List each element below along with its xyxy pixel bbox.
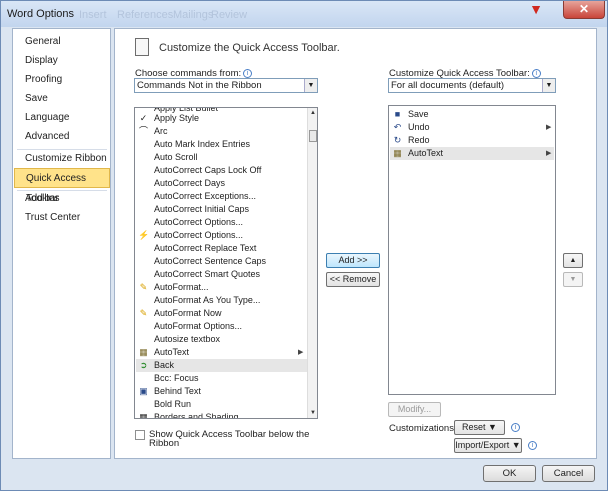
ghost-tab: Insert [79,9,107,21]
list-item[interactable]: ✓ Apply Style [136,112,308,125]
info-icon: i [511,423,520,432]
remove-button[interactable]: << Remove [326,272,380,287]
lightning-icon: ⚡ [138,230,150,240]
page-title: Customize the Quick Access Toolbar. [159,42,340,54]
ghost-tab: Mailings [173,9,214,21]
info-icon: i [243,68,253,78]
list-item[interactable]: ↻ Redo [390,134,554,147]
list-item[interactable]: ■ Save [390,108,554,121]
word-options-dialog: Word Options Insert References Mailings … [0,0,608,491]
cancel-button[interactable]: Cancel [542,465,595,482]
submenu-arrow-icon: ▶ [298,349,304,356]
redo-icon: ↻ [393,135,402,145]
list-item[interactable]: AutoCorrect Exceptions... [136,190,308,203]
list-item[interactable]: ✎ AutoFormat... [136,281,308,294]
nav-item-customize-ribbon[interactable]: Customize Ribbon [14,149,110,169]
triangle-up-icon: ▲ [569,257,577,264]
nav-item-trust-center[interactable]: Trust Center [14,208,110,228]
toolbar-page-icon [135,38,149,56]
list-item[interactable]: AutoFormat As You Type... [136,294,308,307]
nav-item-quick-access-toolbar[interactable]: Quick Access Toolbar [14,168,110,204]
list-item[interactable]: ✎ AutoFormat Now [136,307,308,320]
commands-scrollbar[interactable]: ▲ ▼ [307,108,317,418]
commands-list[interactable]: Apply List Bullet ✓ Apply Style ⌒ Arc Auto… [134,107,318,419]
show-below-label-line2: Ribbon [149,438,180,449]
back-arrow-icon: ➲ [139,360,148,370]
autoformat-icon: ✎ [139,308,148,318]
nav-item-display[interactable]: Display [14,51,110,71]
list-item[interactable]: ▦ Borders and Shading... [136,411,308,419]
info-icon: i [531,68,541,78]
list-item[interactable]: AutoCorrect Smart Quotes [136,268,308,281]
customizations-label: Customizations: [389,423,457,434]
list-item[interactable]: ⚡ AutoCorrect Options... [136,229,308,242]
title-bar[interactable]: Word Options Insert References Mailings … [1,1,607,27]
move-down-button[interactable]: ▼ [563,272,583,287]
add-button[interactable]: Add >> [326,253,380,268]
behind-text-icon: ▣ [139,386,148,396]
list-item[interactable]: AutoFormat Options... [136,320,308,333]
customize-qat-value: For all documents (default) [391,80,504,91]
ghost-tab: Review [211,9,248,21]
list-item[interactable]: ▣ Behind Text [136,385,308,398]
scroll-thumb[interactable] [309,130,317,142]
nav-item-add-ins[interactable]: Add-Ins [14,189,110,209]
chevron-down-icon[interactable]: ▼ [542,79,555,92]
undo-icon: ↶ [393,122,402,132]
list-item[interactable]: AutoCorrect Sentence Caps [136,255,308,268]
info-icon: i [528,441,537,450]
list-item[interactable]: Auto Scroll [136,151,308,164]
triangle-down-icon: ▼ [569,276,577,283]
list-item[interactable]: Autosize textbox [136,333,308,346]
list-item[interactable]: AutoCorrect Caps Lock Off [136,164,308,177]
ghost-tab: References [117,9,174,21]
content-panel: Customize the Quick Access Toolbar. Choo… [114,28,597,459]
chevron-down-icon[interactable]: ▼ [304,79,317,92]
import-export-button[interactable]: Import/Export ▼ [454,438,522,453]
nav-item-advanced[interactable]: Advanced [14,127,110,147]
close-button[interactable]: ✕ [563,1,605,19]
list-item[interactable]: AutoCorrect Initial Caps [136,203,308,216]
nav-item-save[interactable]: Save [14,89,110,109]
qat-commands-list[interactable]: ■ Save ↶ Undo ▶ ↻ Redo ▦ AutoText ▶ [388,105,556,395]
reset-button[interactable]: Reset ▼ [454,420,505,435]
arc-icon: ⌒ [138,126,148,136]
move-up-button[interactable]: ▲ [563,253,583,268]
list-item[interactable]: AutoCorrect Replace Text [136,242,308,255]
minimize-ribbon-icon[interactable]: ▼ [525,1,547,19]
ok-button[interactable]: OK [483,465,536,482]
nav-item-proofing[interactable]: Proofing [14,70,110,90]
list-item[interactable]: Auto Mark Index Entries [136,138,308,151]
customize-qat-combo[interactable]: For all documents (default) ▼ [388,78,556,93]
list-item[interactable]: ⌒ Arc [136,125,308,138]
show-below-ribbon-checkbox[interactable] [135,430,145,440]
list-item[interactable]: ▦ AutoText ▶ [136,346,308,359]
list-item[interactable]: AutoCorrect Options... [136,216,308,229]
list-item[interactable]: AutoCorrect Days [136,177,308,190]
modify-button[interactable]: Modify... [388,402,441,417]
list-item[interactable]: ▦ AutoText ▶ [390,147,554,160]
save-icon: ■ [394,109,401,119]
borders-icon: ▦ [139,412,148,419]
nav-item-general[interactable]: General [14,32,110,52]
nav-item-language[interactable]: Language [14,108,110,128]
list-item[interactable]: ↶ Undo ▶ [390,121,554,134]
autotext-icon: ▦ [139,347,148,357]
scroll-up-icon[interactable]: ▲ [308,108,317,118]
scroll-down-icon[interactable]: ▼ [308,408,317,418]
list-item[interactable]: Bcc: Focus [136,372,308,385]
choose-commands-value: Commands Not in the Ribbon [137,80,262,91]
list-item[interactable]: Bold Run [136,398,308,411]
window-title: Word Options [7,8,75,20]
list-item[interactable]: ➲ Back [136,359,308,372]
options-nav: General Display Proofing Save Language A… [12,28,111,459]
submenu-arrow-icon: ▶ [546,150,552,157]
submenu-arrow-icon: ▶ [546,124,552,131]
style-pen-icon: ✓ [139,113,148,123]
autoformat-icon: ✎ [139,282,148,292]
autotext-icon: ▦ [393,148,402,158]
choose-commands-combo[interactable]: Commands Not in the Ribbon ▼ [134,78,318,93]
